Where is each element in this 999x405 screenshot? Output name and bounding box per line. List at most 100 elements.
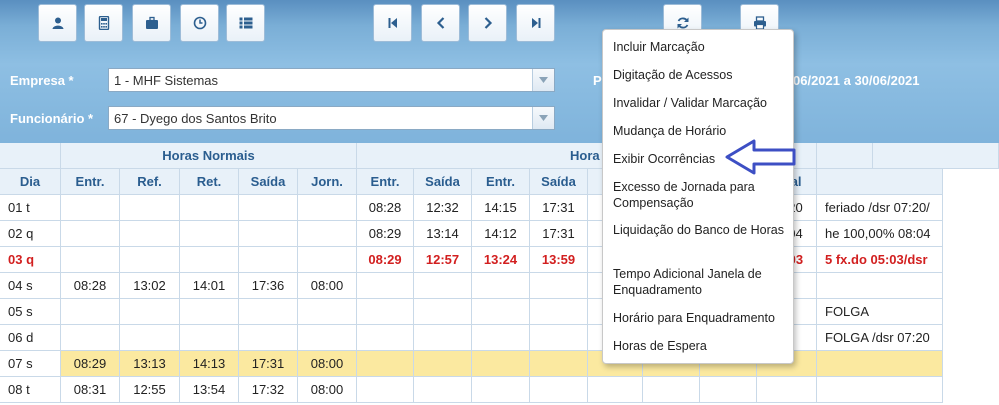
empresa-dropdown-arrow[interactable] xyxy=(532,69,554,91)
time-cell[interactable] xyxy=(357,273,414,299)
col-header-saida-1[interactable]: Saída xyxy=(239,169,298,195)
time-cell[interactable]: 17:32 xyxy=(239,377,298,403)
time-cell[interactable] xyxy=(180,325,239,351)
col-header-saida-2[interactable]: Saída xyxy=(414,169,472,195)
time-cell[interactable] xyxy=(61,325,120,351)
day-cell[interactable]: 06 d xyxy=(0,325,61,351)
time-cell[interactable]: 08:28 xyxy=(61,273,120,299)
menu-incluir-marcacao[interactable]: Incluir Marcação xyxy=(613,39,791,55)
empresa-select[interactable]: 1 - MHF Sistemas xyxy=(108,68,555,92)
time-cell[interactable] xyxy=(61,247,120,273)
time-cell[interactable] xyxy=(120,221,180,247)
time-cell[interactable] xyxy=(357,325,414,351)
time-cell[interactable]: 14:12 xyxy=(472,221,530,247)
col-header-entr-2[interactable]: Entr. xyxy=(357,169,414,195)
time-cell[interactable] xyxy=(298,299,357,325)
time-cell[interactable] xyxy=(239,221,298,247)
time-cell[interactable] xyxy=(357,351,414,377)
col-header-saida-3[interactable]: Saída xyxy=(530,169,588,195)
observation-cell[interactable]: feriado /dsr 07:20/ xyxy=(817,195,943,221)
time-cell[interactable] xyxy=(180,221,239,247)
observation-cell[interactable]: 5 fx.do 05:03/dsr xyxy=(817,247,943,273)
observation-cell[interactable]: FOLGA /dsr 07:20 xyxy=(817,325,943,351)
first-page-button[interactable] xyxy=(373,4,412,42)
time-cell[interactable]: 13:54 xyxy=(180,377,239,403)
time-cell[interactable]: 17:36 xyxy=(239,273,298,299)
time-cell[interactable] xyxy=(239,299,298,325)
time-cell[interactable] xyxy=(239,325,298,351)
col-header-entr-1[interactable]: Entr. xyxy=(61,169,120,195)
time-cell[interactable] xyxy=(530,325,588,351)
time-cell[interactable]: 17:31 xyxy=(530,195,588,221)
observation-cell[interactable] xyxy=(817,351,943,377)
time-cell[interactable]: 13:02 xyxy=(120,273,180,299)
table-row[interactable]: 05 s FOLGA xyxy=(0,299,999,325)
time-cell[interactable]: 13:14 xyxy=(414,221,472,247)
col-header-obs[interactable] xyxy=(817,169,943,195)
funcionario-select[interactable]: 67 - Dyego dos Santos Brito xyxy=(108,106,555,130)
time-cell[interactable]: 13:24 xyxy=(472,247,530,273)
col-header-entr-3[interactable]: Entr. xyxy=(472,169,530,195)
day-cell[interactable]: 04 s xyxy=(0,273,61,299)
time-cell[interactable]: 08:00 xyxy=(298,377,357,403)
time-cell[interactable] xyxy=(414,299,472,325)
col-header-ref[interactable]: Ref. xyxy=(120,169,180,195)
time-cell[interactable] xyxy=(239,247,298,273)
time-cell[interactable] xyxy=(298,221,357,247)
observation-cell[interactable] xyxy=(817,273,943,299)
time-cell[interactable] xyxy=(180,299,239,325)
menu-mudanca-horario[interactable]: Mudança de Horário xyxy=(613,123,791,139)
time-cell[interactable]: 12:32 xyxy=(414,195,472,221)
time-cell[interactable]: 08:28 xyxy=(357,195,414,221)
time-cell[interactable] xyxy=(472,351,530,377)
time-cell[interactable]: 12:57 xyxy=(414,247,472,273)
time-cell[interactable] xyxy=(120,299,180,325)
time-cell[interactable]: 14:01 xyxy=(180,273,239,299)
time-cell[interactable] xyxy=(414,377,472,403)
next-button[interactable] xyxy=(468,4,507,42)
time-cell[interactable] xyxy=(120,195,180,221)
time-cell[interactable] xyxy=(530,273,588,299)
col-header-dia[interactable]: Dia xyxy=(0,169,61,195)
time-cell[interactable] xyxy=(180,247,239,273)
time-cell[interactable]: 08:29 xyxy=(357,247,414,273)
time-cell[interactable]: 17:31 xyxy=(530,221,588,247)
time-cell[interactable]: 08:29 xyxy=(61,351,120,377)
time-cell[interactable] xyxy=(530,377,588,403)
time-cell[interactable]: 12:55 xyxy=(120,377,180,403)
last-page-button[interactable] xyxy=(516,4,555,42)
time-cell[interactable] xyxy=(414,325,472,351)
time-cell[interactable] xyxy=(472,325,530,351)
time-cell[interactable] xyxy=(61,195,120,221)
funcionario-dropdown-arrow[interactable] xyxy=(532,107,554,129)
time-cell[interactable] xyxy=(120,325,180,351)
table-row[interactable]: 02 q08:2913:1414:1217:3108:04he 100,00% … xyxy=(0,221,999,247)
user-button[interactable] xyxy=(38,4,77,42)
menu-tempo-adicional[interactable]: Tempo Adicional Janela de Enquadramento xyxy=(613,266,791,298)
day-cell[interactable]: 02 q xyxy=(0,221,61,247)
time-cell[interactable] xyxy=(472,273,530,299)
time-cell[interactable] xyxy=(530,351,588,377)
menu-horario-enquadramento[interactable]: Horário para Enquadramento xyxy=(613,310,791,326)
day-cell[interactable]: 03 q xyxy=(0,247,61,273)
briefcase-button[interactable] xyxy=(132,4,171,42)
observation-cell[interactable]: FOLGA xyxy=(817,299,943,325)
time-cell[interactable] xyxy=(298,195,357,221)
time-cell[interactable] xyxy=(472,377,530,403)
time-cell[interactable] xyxy=(643,377,700,403)
time-cell[interactable]: 17:31 xyxy=(239,351,298,377)
time-cell[interactable] xyxy=(180,195,239,221)
clock-button[interactable] xyxy=(180,4,219,42)
time-cell[interactable] xyxy=(61,221,120,247)
table-row[interactable]: 08 t 08:31 12:55 13:54 17:32 08:00 xyxy=(0,377,999,403)
time-cell[interactable] xyxy=(414,351,472,377)
time-cell[interactable]: 14:13 xyxy=(180,351,239,377)
time-cell[interactable]: 13:13 xyxy=(120,351,180,377)
time-cell[interactable] xyxy=(700,377,757,403)
table-row[interactable]: 04 s 08:28 13:02 14:01 17:36 08:00 xyxy=(0,273,999,299)
table-row[interactable]: 06 d FOLGA /dsr 07:20 xyxy=(0,325,999,351)
observation-cell[interactable]: he 100,00% 08:04 xyxy=(817,221,943,247)
time-cell[interactable]: 08:29 xyxy=(357,221,414,247)
menu-liquidacao-banco[interactable]: Liquidação do Banco de Horas xyxy=(613,222,791,238)
menu-excesso-jornada[interactable]: Excesso de Jornada para Compensação xyxy=(613,179,791,211)
